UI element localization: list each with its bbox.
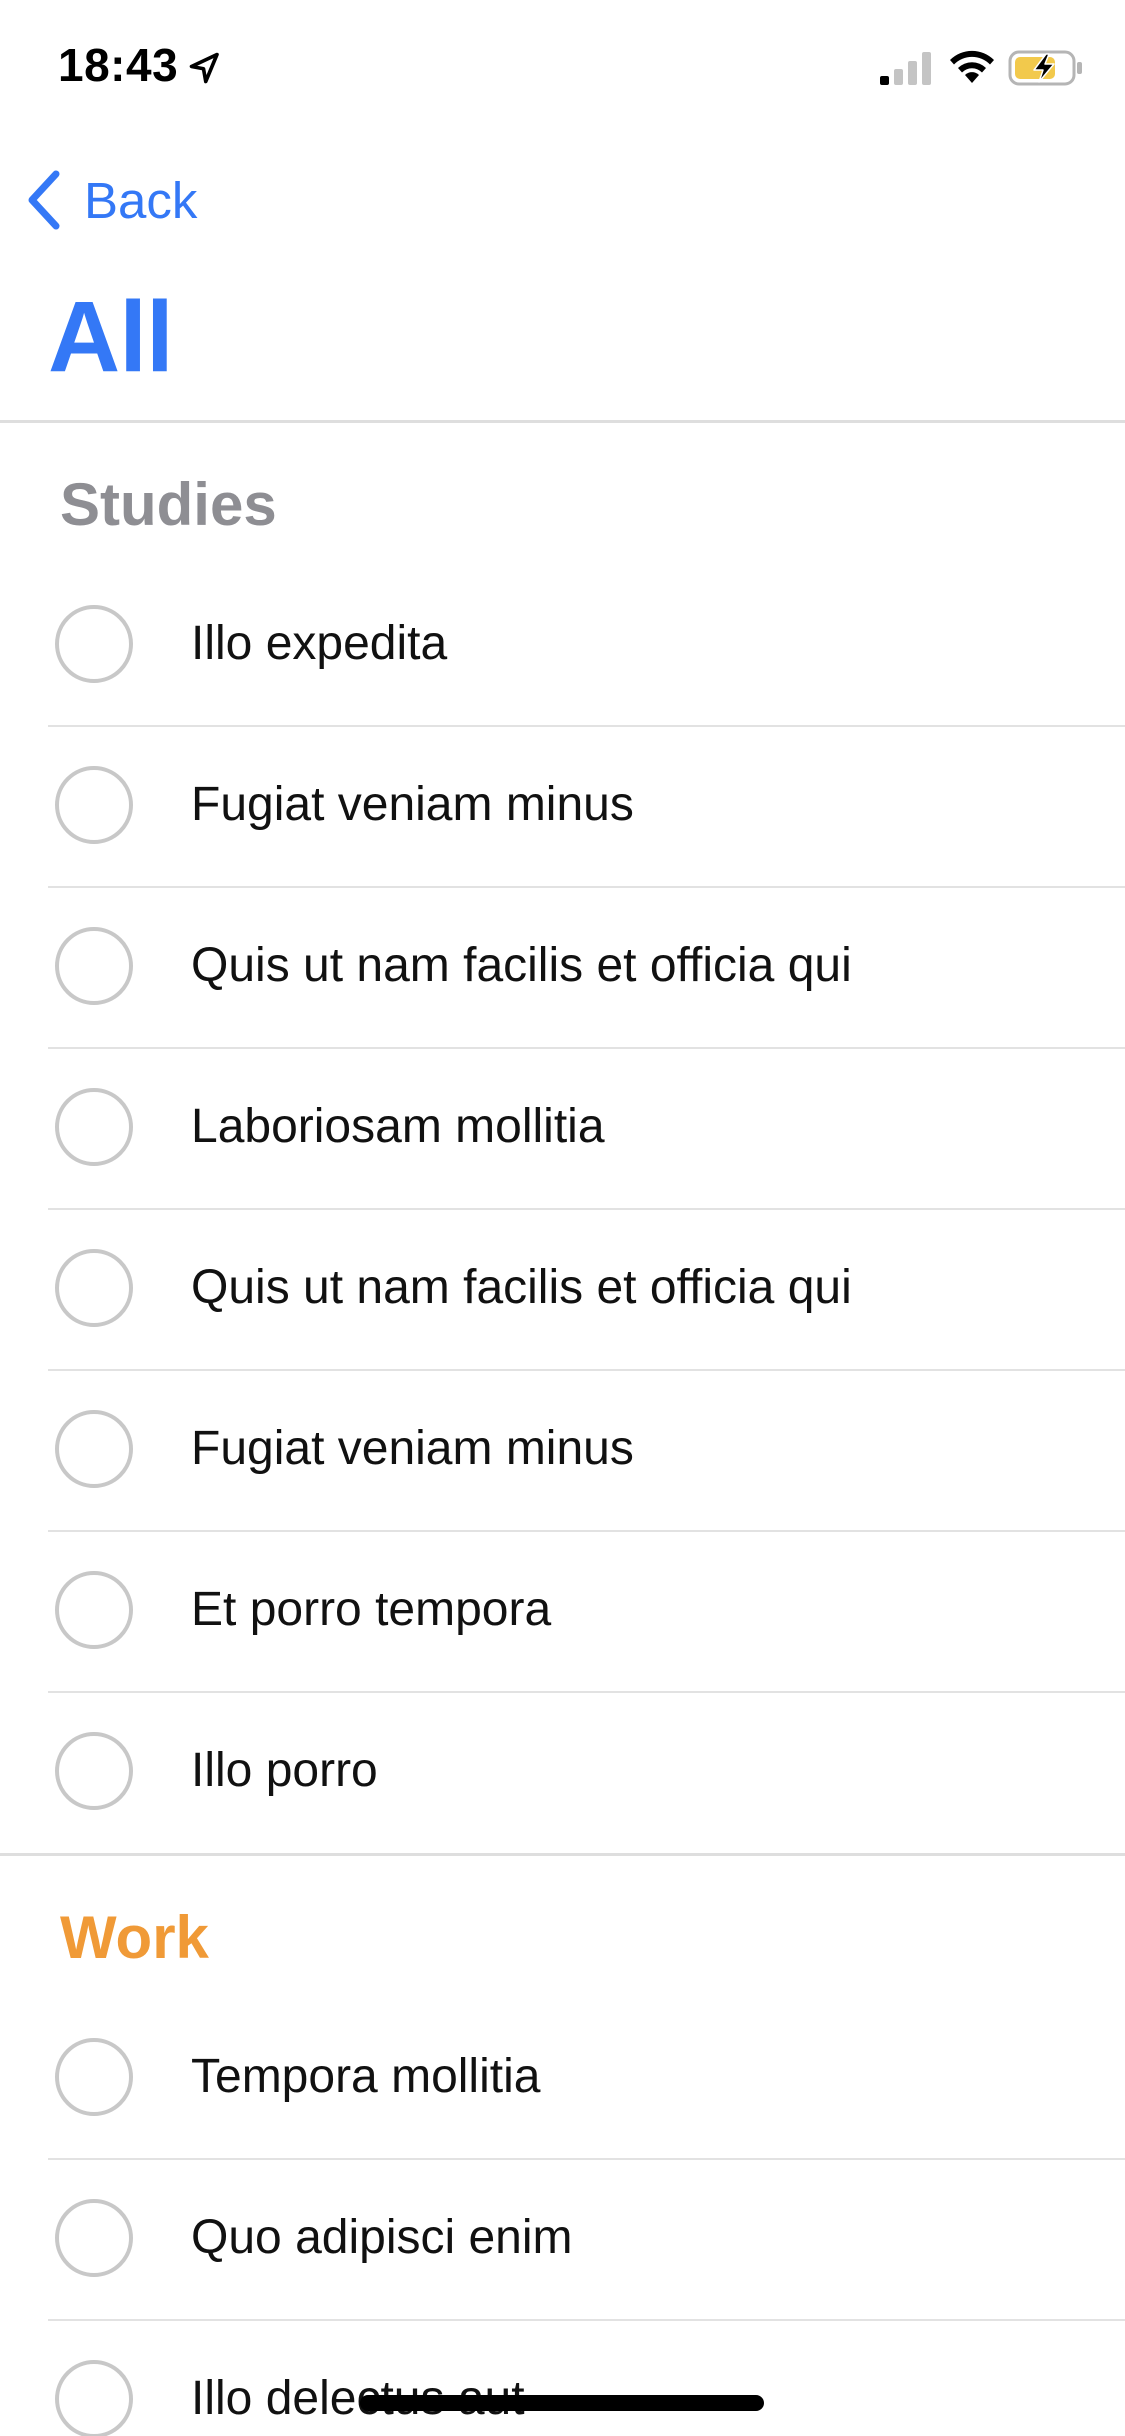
section-header-studies: Studies — [60, 471, 277, 538]
wifi-icon — [950, 50, 994, 83]
task-checkbox[interactable] — [55, 2038, 133, 2116]
task-label: Illo expedita — [191, 617, 448, 670]
screen: 18:43 Back All Studies Illo expedita Fug… — [0, 0, 1125, 2436]
status-bar: 18:43 — [0, 0, 1125, 132]
task-row[interactable]: Quis ut nam facilis et officia qui — [0, 888, 1125, 1049]
task-row[interactable]: Tempora mollitia — [0, 1999, 1125, 2160]
task-checkbox[interactable] — [55, 1732, 133, 1810]
task-checkbox[interactable] — [55, 1249, 133, 1327]
task-checkbox[interactable] — [55, 2360, 133, 2436]
battery-charging-icon — [1008, 50, 1082, 86]
task-checkbox[interactable] — [55, 927, 133, 1005]
task-row[interactable]: Fugiat veniam minus — [0, 1371, 1125, 1532]
task-checkbox[interactable] — [55, 1088, 133, 1166]
task-row[interactable]: Et porro tempora — [0, 1532, 1125, 1693]
task-label: Quis ut nam facilis et officia qui — [191, 939, 852, 992]
task-row[interactable]: Illo delectus aut — [0, 2321, 1125, 2436]
task-label: Illo porro — [191, 1744, 378, 1797]
back-label: Back — [84, 171, 198, 229]
task-row[interactable]: Illo expedita — [0, 566, 1125, 727]
task-row[interactable]: Quo adipisci enim — [0, 2160, 1125, 2321]
task-label: Quis ut nam facilis et officia qui — [191, 1261, 852, 1314]
location-arrow-icon — [189, 52, 219, 84]
section-header-work: Work — [60, 1904, 209, 1971]
chevron-left-icon — [28, 170, 60, 230]
page-title: All — [48, 281, 174, 393]
task-checkbox[interactable] — [55, 1571, 133, 1649]
status-time: 18:43 — [58, 39, 179, 91]
task-label: Fugiat veniam minus — [191, 778, 634, 831]
task-label: Quo adipisci enim — [191, 2211, 573, 2264]
task-label: Fugiat veniam minus — [191, 1422, 634, 1475]
title-divider — [0, 420, 1125, 423]
task-checkbox[interactable] — [55, 605, 133, 683]
task-label: Tempora mollitia — [191, 2050, 541, 2103]
section-divider — [0, 1853, 1125, 1856]
task-row[interactable]: Illo porro — [0, 1693, 1125, 1854]
task-label: Et porro tempora — [191, 1583, 552, 1636]
back-button[interactable]: Back — [24, 160, 197, 240]
task-row[interactable]: Fugiat veniam minus — [0, 727, 1125, 888]
task-label: Laboriosam mollitia — [191, 1100, 605, 1153]
task-row[interactable]: Laboriosam mollitia — [0, 1049, 1125, 1210]
task-checkbox[interactable] — [55, 1410, 133, 1488]
cellular-signal-icon — [880, 52, 931, 85]
task-row[interactable]: Quis ut nam facilis et officia qui — [0, 1210, 1125, 1371]
home-indicator[interactable] — [360, 2395, 764, 2411]
task-checkbox[interactable] — [55, 2199, 133, 2277]
task-checkbox[interactable] — [55, 766, 133, 844]
